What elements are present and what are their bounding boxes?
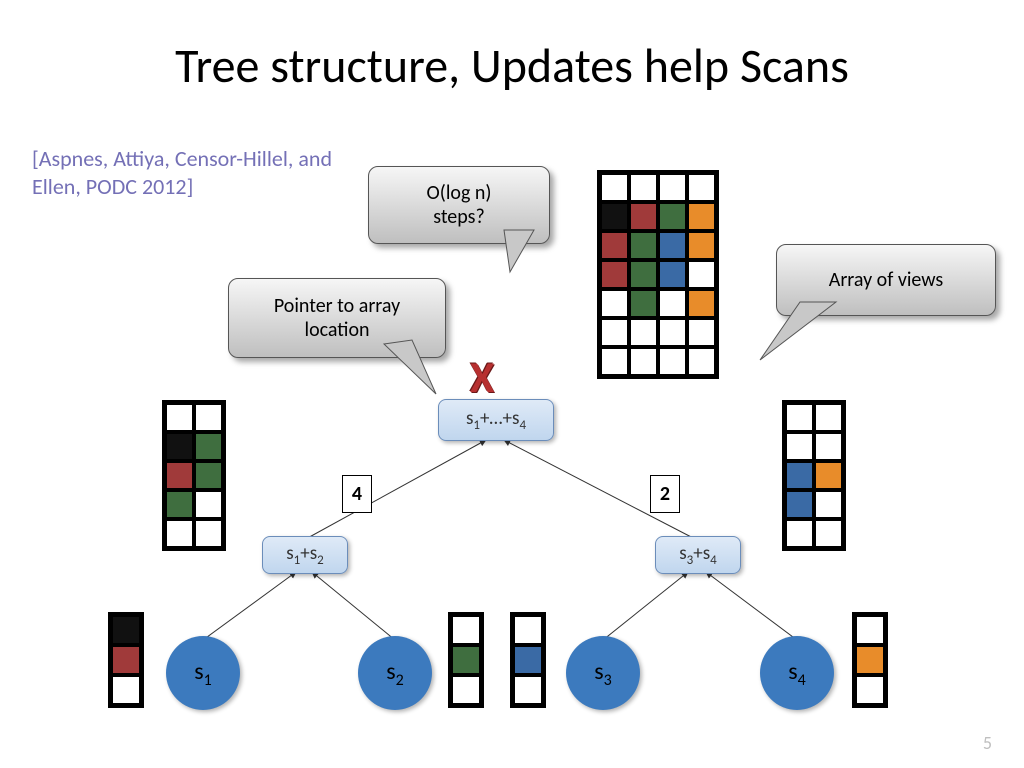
view-table-s3 bbox=[510, 612, 546, 708]
tree-leaf-s4: s4 bbox=[760, 636, 834, 710]
callout-pointer: Pointer to array location bbox=[228, 278, 446, 358]
view-table-node-right bbox=[782, 400, 846, 551]
view-table-s4 bbox=[852, 612, 888, 708]
view-table-s2 bbox=[448, 612, 484, 708]
view-table-node-left bbox=[162, 400, 226, 551]
callout-views: Array of views bbox=[776, 244, 996, 316]
view-table-root bbox=[597, 170, 719, 379]
tree-node-left: s1+s2 bbox=[262, 536, 348, 574]
page-number: 5 bbox=[983, 732, 992, 754]
counter-right: 2 bbox=[650, 475, 680, 513]
tree-node-root: s1+…+s4 bbox=[438, 399, 554, 441]
tree-leaf-s2: s2 bbox=[358, 636, 432, 710]
tree-leaf-s1: s1 bbox=[166, 636, 240, 710]
citation-text: [Aspnes, Attiya, Censor-Hillel, and Elle… bbox=[32, 145, 332, 200]
x-mark: X bbox=[470, 350, 494, 404]
slide-title: Tree structure, Updates help Scans bbox=[0, 36, 1024, 95]
callout-logn: O(log n) steps? bbox=[368, 166, 550, 244]
tree-leaf-s3: s3 bbox=[566, 636, 640, 710]
counter-left: 4 bbox=[342, 475, 372, 513]
tree-node-right: s3+s4 bbox=[655, 536, 741, 574]
view-table-s1 bbox=[108, 612, 144, 708]
